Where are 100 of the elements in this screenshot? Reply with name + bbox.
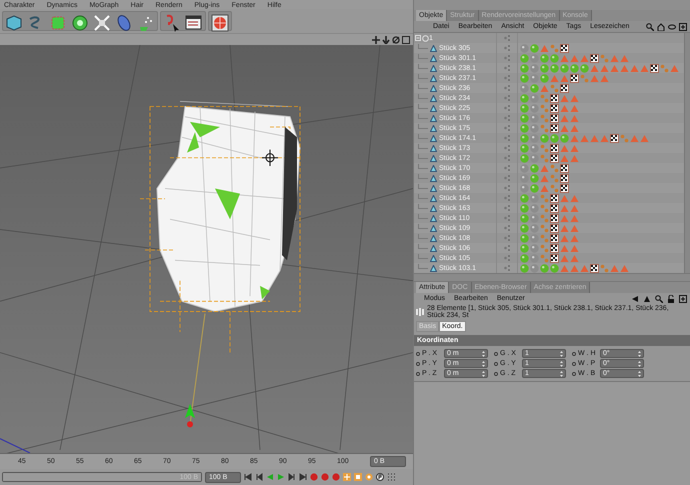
triangle-icon[interactable]	[540, 44, 549, 52]
keyframe-dot-icon[interactable]	[494, 362, 498, 366]
up-arrow-icon[interactable]	[643, 294, 651, 302]
checker-icon[interactable]	[550, 234, 559, 242]
visibility-dots-icon[interactable]	[504, 124, 510, 132]
visibility-dots-icon[interactable]	[504, 204, 510, 212]
keyframe-dot-icon[interactable]	[572, 362, 576, 366]
sphere-icon[interactable]	[530, 254, 539, 262]
sphere-icon[interactable]	[520, 94, 529, 102]
next-key-icon[interactable]	[288, 473, 296, 481]
scale-icon[interactable]	[354, 473, 362, 481]
sphere-icon[interactable]	[540, 74, 549, 82]
sphere-icon[interactable]	[520, 194, 529, 202]
spinner-icon[interactable]	[638, 350, 641, 356]
maximize-icon[interactable]	[402, 36, 410, 44]
checker-icon[interactable]	[550, 114, 559, 122]
window-icon[interactable]	[679, 294, 687, 302]
render-icon[interactable]	[210, 13, 230, 33]
previous-key-icon[interactable]	[255, 473, 263, 481]
sphere-icon[interactable]	[530, 64, 539, 72]
back-arrow-icon[interactable]	[631, 294, 639, 302]
sphere-icon[interactable]	[530, 234, 539, 242]
sphere-icon[interactable]	[520, 144, 529, 152]
sphere-icon[interactable]	[540, 54, 549, 62]
sphere-icon[interactable]	[530, 154, 539, 162]
play-backward-icon[interactable]	[266, 473, 274, 481]
sphere-icon[interactable]	[520, 224, 529, 232]
sphere-icon[interactable]	[530, 214, 539, 222]
visibility-dots-icon[interactable]	[504, 224, 510, 232]
checker-icon[interactable]	[650, 64, 659, 72]
visibility-dots-icon[interactable]	[504, 34, 510, 42]
sphere-icon[interactable]	[540, 64, 549, 72]
checker-icon[interactable]	[550, 94, 559, 102]
spinner-icon[interactable]	[482, 360, 485, 366]
visibility-dots-icon[interactable]	[504, 104, 510, 112]
checker-icon[interactable]	[550, 124, 559, 132]
keyframe-dot-icon[interactable]	[416, 362, 420, 366]
keyframe-dot-icon[interactable]	[494, 352, 498, 356]
spinner-icon[interactable]	[560, 360, 563, 366]
sphere-icon[interactable]	[520, 114, 529, 122]
sphere-icon[interactable]	[530, 244, 539, 252]
visibility-dots-icon[interactable]	[504, 134, 510, 142]
keyframe-dot-icon[interactable]	[572, 352, 576, 356]
visibility-dots-icon[interactable]	[504, 174, 510, 182]
sphere-icon[interactable]	[530, 224, 539, 232]
sphere-icon[interactable]	[530, 124, 539, 132]
sphere-icon[interactable]	[520, 154, 529, 162]
checker-icon[interactable]	[610, 134, 619, 142]
spinner-icon[interactable]	[560, 370, 563, 376]
checker-icon[interactable]	[590, 54, 599, 62]
sphere-icon[interactable]	[520, 254, 529, 262]
sphere-icon[interactable]	[530, 134, 539, 142]
visibility-dots-icon[interactable]	[504, 64, 510, 72]
triangle-icon[interactable]	[670, 64, 679, 72]
play-icon[interactable]	[277, 473, 285, 481]
visibility-dots-icon[interactable]	[504, 214, 510, 222]
visibility-dots-icon[interactable]	[504, 84, 510, 92]
sphere-icon[interactable]	[530, 94, 539, 102]
sphere-icon[interactable]	[520, 74, 529, 82]
visibility-dots-icon[interactable]	[504, 194, 510, 202]
sphere-icon[interactable]	[520, 134, 529, 142]
visibility-dots-icon[interactable]	[504, 144, 510, 152]
checker-icon[interactable]	[550, 254, 559, 262]
visibility-dots-icon[interactable]	[504, 94, 510, 102]
checker-icon[interactable]	[550, 194, 559, 202]
visibility-dots-icon[interactable]	[504, 254, 510, 262]
sphere-icon[interactable]	[520, 64, 529, 72]
grid-icon[interactable]	[387, 473, 395, 481]
sphere-icon[interactable]	[520, 234, 529, 242]
checker-icon[interactable]	[560, 164, 569, 172]
spinner-icon[interactable]	[482, 350, 485, 356]
sphere-icon[interactable]	[530, 104, 539, 112]
sphere-icon[interactable]	[530, 184, 539, 192]
sphere-icon[interactable]	[520, 104, 529, 112]
checker-icon[interactable]	[560, 84, 569, 92]
visibility-dots-icon[interactable]	[504, 114, 510, 122]
sphere-icon[interactable]	[520, 264, 529, 272]
collapse-toggle-icon[interactable]	[415, 35, 421, 41]
sphere-icon[interactable]	[520, 84, 529, 92]
scrollbar[interactable]	[414, 273, 690, 281]
checker-icon[interactable]	[550, 224, 559, 232]
checker-icon[interactable]	[560, 44, 569, 52]
sphere-icon[interactable]	[520, 164, 529, 172]
visibility-dots-icon[interactable]	[504, 184, 510, 192]
keyframe-dot-icon[interactable]	[572, 372, 576, 376]
visibility-dots-icon[interactable]	[504, 154, 510, 162]
gear-icon[interactable]	[365, 473, 373, 481]
visibility-dots-icon[interactable]	[504, 74, 510, 82]
sphere-icon[interactable]	[550, 64, 559, 72]
sphere-icon[interactable]	[530, 194, 539, 202]
sphere-icon[interactable]	[530, 174, 539, 182]
sphere-icon[interactable]	[530, 264, 539, 272]
window-icon[interactable]	[679, 22, 687, 30]
scrollbar[interactable]	[684, 33, 690, 273]
keyframe-dot-icon[interactable]	[494, 372, 498, 376]
sphere-icon[interactable]	[520, 204, 529, 212]
sphere-icon[interactable]	[530, 44, 539, 52]
sphere-icon[interactable]	[520, 184, 529, 192]
sphere-icon[interactable]	[530, 144, 539, 152]
sphere-icon[interactable]	[520, 44, 529, 52]
